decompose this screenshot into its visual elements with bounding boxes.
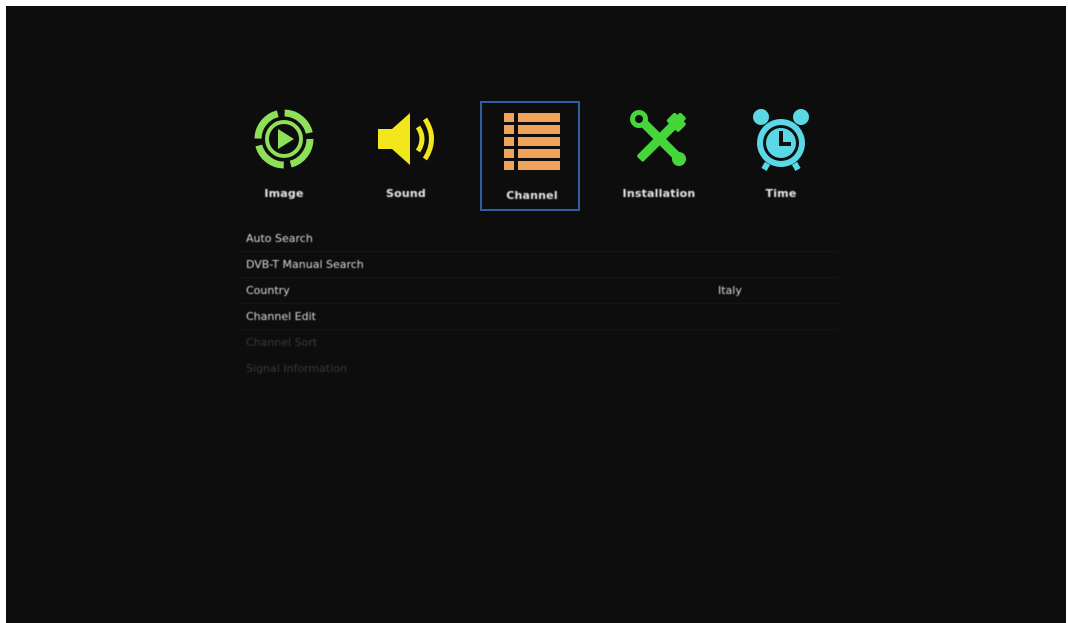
menu-item-label: Auto Search [246, 232, 313, 245]
channel-settings-list: Auto Search DVB-T Manual Search Country … [238, 226, 838, 382]
menu-item-label: Signal Information [246, 362, 347, 375]
tab-time-label: Time [765, 187, 797, 200]
tv-screen: Image Sound Channel Installation Time Au… [6, 6, 1066, 623]
menu-item-label: Country [246, 284, 290, 297]
country-value: Italy [718, 284, 742, 297]
speaker-icon [374, 107, 438, 171]
tab-channel[interactable]: Channel [480, 101, 580, 211]
tab-time[interactable]: Time [731, 101, 831, 211]
tab-channel-label: Channel [506, 189, 558, 202]
main-menu-tabs: Image Sound Channel Installation Time [231, 101, 831, 216]
menu-item-channel-edit[interactable]: Channel Edit [238, 304, 838, 330]
menu-item-label: Channel Sort [246, 336, 318, 349]
menu-item-channel-sort[interactable]: Channel Sort [238, 330, 838, 356]
tab-image-label: Image [264, 187, 304, 200]
alarm-clock-icon [749, 107, 813, 171]
play-circle-icon [252, 107, 316, 171]
tab-sound[interactable]: Sound [356, 101, 456, 211]
menu-item-manual-search[interactable]: DVB-T Manual Search [238, 252, 838, 278]
menu-item-label: Channel Edit [246, 310, 316, 323]
tab-installation[interactable]: Installation [609, 101, 709, 211]
menu-item-country[interactable]: Country Italy [238, 278, 838, 304]
tab-installation-label: Installation [622, 187, 696, 200]
tab-image[interactable]: Image [234, 101, 334, 211]
menu-item-label: DVB-T Manual Search [246, 258, 364, 271]
tools-icon [627, 107, 691, 171]
tab-sound-label: Sound [385, 187, 426, 200]
menu-item-signal-information[interactable]: Signal Information [238, 356, 838, 382]
list-icon [500, 109, 564, 173]
menu-item-auto-search[interactable]: Auto Search [238, 226, 838, 252]
